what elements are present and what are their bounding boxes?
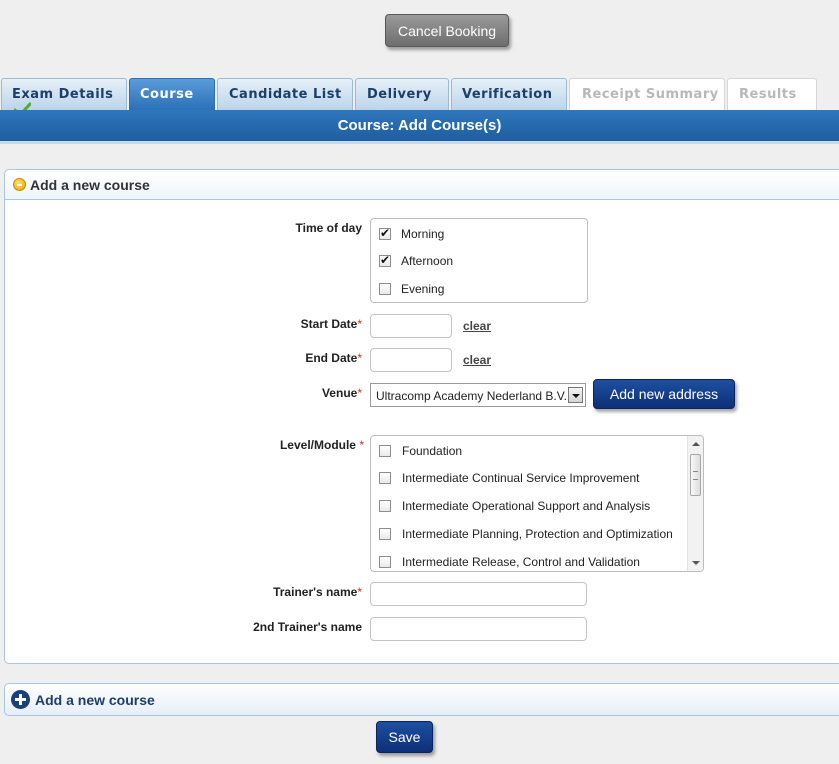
tab-label: Delivery — [367, 87, 432, 102]
venue-selected-value: Ultracomp Academy Nederland B.V. — [376, 389, 567, 403]
scroll-down-arrow-icon[interactable] — [692, 561, 700, 565]
level-module-label: Level/Module * — [279, 438, 364, 452]
checkbox[interactable] — [379, 556, 391, 568]
expand-plus-icon[interactable] — [11, 690, 30, 709]
end-date-input[interactable] — [370, 348, 452, 372]
time-option-morning[interactable]: Morning — [379, 226, 444, 241]
end-date-clear-link[interactable]: clear — [463, 353, 491, 367]
tab-verification[interactable]: Verification — [451, 78, 567, 110]
add-course-collapsed-panel[interactable]: Add a new course — [4, 683, 839, 716]
module-option[interactable]: Intermediate Release, Control and Valida… — [379, 555, 640, 569]
add-new-address-button[interactable]: Add new address — [593, 379, 735, 409]
module-option[interactable]: Foundation — [379, 444, 462, 458]
checkbox[interactable] — [379, 472, 391, 484]
tab-label: Candidate List — [229, 87, 342, 102]
collapse-icon[interactable] — [13, 178, 26, 191]
checkbox[interactable] — [379, 445, 391, 457]
tab-label: Results — [739, 87, 797, 102]
tab-exam-details[interactable]: Exam Details — [1, 78, 127, 117]
panel-header[interactable]: Add a new course — [5, 170, 839, 200]
tab-receipt-summary: Receipt Summary — [569, 78, 725, 110]
scroll-thumb[interactable] — [690, 454, 701, 496]
checkbox[interactable] — [379, 500, 391, 512]
wizard-tabs: Exam Details Course Candidate List Deliv… — [0, 78, 839, 117]
panel-title: Add a new course — [30, 176, 150, 193]
second-trainer-name-input[interactable] — [370, 617, 587, 641]
second-trainer-name-label: 2nd Trainer's name — [253, 620, 362, 634]
time-option-evening[interactable]: Evening — [379, 282, 444, 296]
cancel-booking-button[interactable]: Cancel Booking — [385, 14, 509, 47]
time-of-day-label: Time of day — [295, 221, 362, 235]
scroll-up-arrow-icon[interactable] — [692, 442, 700, 446]
time-option-afternoon[interactable]: Afternoon — [379, 253, 453, 268]
module-option[interactable]: Intermediate Continual Service Improveme… — [379, 471, 639, 485]
page-title: Course: Add Course(s) — [337, 117, 502, 134]
module-option[interactable]: Intermediate Planning, Protection and Op… — [379, 527, 673, 541]
list-scrollbar[interactable] — [687, 436, 703, 571]
collapsed-panel-title: Add a new course — [35, 691, 155, 708]
venue-label: Venue* — [321, 386, 362, 400]
tab-label: Course — [140, 87, 194, 102]
checkbox[interactable] — [379, 528, 391, 540]
end-date-label: End Date* — [305, 351, 362, 365]
start-date-input[interactable] — [370, 314, 452, 338]
dropdown-arrow-icon[interactable] — [568, 387, 583, 403]
module-option[interactable]: Intermediate Operational Support and Ana… — [379, 499, 650, 513]
start-date-clear-link[interactable]: clear — [463, 319, 491, 333]
trainer-name-input[interactable] — [370, 582, 587, 606]
checkbox-evening[interactable] — [379, 283, 391, 295]
start-date-label: Start Date* — [300, 317, 362, 331]
tab-course[interactable]: Course — [129, 78, 215, 110]
venue-select[interactable]: Ultracomp Academy Nederland B.V. — [370, 383, 586, 407]
tab-label: Receipt Summary — [582, 87, 719, 102]
tab-delivery[interactable]: Delivery — [355, 78, 449, 110]
tab-label: Exam Details — [12, 87, 114, 102]
checkbox-afternoon[interactable] — [379, 253, 391, 267]
tab-results: Results — [727, 78, 817, 110]
save-button[interactable]: Save — [376, 721, 433, 753]
checkbox-morning[interactable] — [379, 226, 391, 240]
section-header: Course: Add Course(s) — [0, 110, 839, 144]
trainer-name-label: Trainer's name* — [273, 585, 362, 599]
tab-candidate-list[interactable]: Candidate List — [217, 78, 353, 110]
tab-label: Verification — [462, 87, 553, 102]
